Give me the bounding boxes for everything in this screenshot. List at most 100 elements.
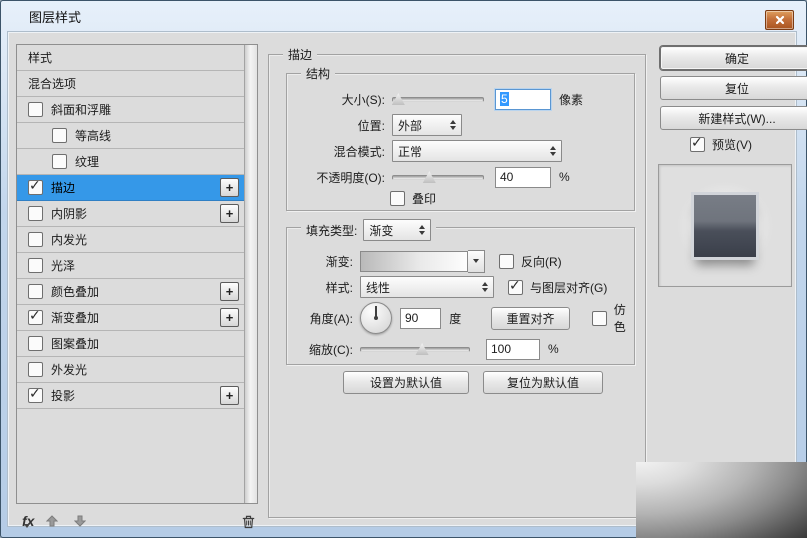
blend-mode-label: 混合模式: [333, 144, 385, 159]
opacity-row: 不透明度(O): 40 % [297, 166, 626, 188]
checkbox-icon[interactable] [52, 128, 67, 143]
sidebar-item[interactable]: 内发光 [17, 227, 257, 253]
titlebar[interactable]: 图层样式 [1, 1, 806, 31]
stepper-icon [482, 282, 488, 292]
dialog-body: 样式 混合选项 斜面和浮雕 等高线 纹理 ✓ 描边 + 内阴影 + 内发光 光泽 颜色叠加 + ✓ 渐变叠加 +… [7, 31, 807, 529]
sidebar-item[interactable]: ✓ 描边 + [17, 175, 257, 201]
move-down-button[interactable] [74, 515, 87, 527]
new-style-button[interactable]: 新建样式(W)... [660, 106, 807, 130]
fill-type-legend: 填充类型: 渐变 [301, 219, 437, 241]
sidebar-item[interactable]: 内阴影 + [17, 201, 257, 227]
reset-default-button[interactable]: 复位为默认值 [483, 370, 603, 394]
stepper-icon [550, 146, 556, 156]
ok-label: 确定 [724, 51, 749, 66]
checkbox-icon[interactable] [28, 206, 43, 221]
blend-mode-dropdown[interactable]: 正常 [392, 140, 562, 162]
add-effect-button[interactable]: fx [22, 513, 34, 529]
sidebar-item[interactable]: 混合选项 [17, 71, 257, 97]
stroke-panel-title: 描边 [288, 48, 313, 62]
check-icon: ✓ [29, 307, 41, 323]
opacity-slider[interactable] [392, 169, 484, 185]
blend-mode-row: 混合模式: 正常 [297, 140, 626, 162]
reset-button[interactable]: 复位 [660, 76, 807, 100]
blend-mode-value: 正常 [398, 144, 423, 159]
preview-checkbox[interactable]: ✓ 预览(V) [690, 134, 752, 153]
checkbox-icon[interactable] [28, 336, 43, 351]
ok-button[interactable]: 确定 [660, 46, 807, 70]
reverse-checkbox[interactable]: 反向(R) [499, 253, 562, 270]
checkbox-icon[interactable] [28, 102, 43, 117]
angle-input[interactable]: 90 [400, 307, 442, 329]
angle-unit: 度 [449, 311, 462, 326]
check-icon: ✓ [29, 177, 41, 193]
align-layer-checkbox[interactable]: ✓ 与图层对齐(G) [508, 277, 607, 296]
sidebar-item[interactable]: ✓ 投影 + [17, 383, 257, 409]
sidebar-item[interactable]: ✓ 渐变叠加 + [17, 305, 257, 331]
sidebar-item[interactable]: 等高线 [17, 123, 257, 149]
checkbox-icon [390, 190, 405, 206]
size-slider-track[interactable] [392, 97, 484, 102]
close-button[interactable] [765, 10, 794, 30]
duplicate-effect-button[interactable]: + [220, 308, 239, 327]
scale-slider[interactable] [360, 341, 470, 357]
gradient-picker-button[interactable] [468, 249, 485, 273]
scale-slider-track[interactable] [360, 347, 470, 352]
sidebar-item-label: 外发光 [51, 363, 88, 377]
new-style-label: 新建样式(W)... [698, 111, 776, 126]
style-value: 线性 [366, 280, 391, 295]
checkbox-icon[interactable] [28, 362, 43, 377]
dither-checkbox[interactable]: 仿色 [591, 301, 626, 335]
structure-legend: 结构 [301, 65, 336, 82]
list-scrollbar[interactable] [244, 45, 257, 503]
delete-effect-button[interactable] [241, 514, 256, 529]
gradient-label: 渐变: [325, 254, 353, 269]
opacity-slider-track[interactable] [392, 175, 484, 180]
reset-align-button[interactable]: 重置对齐 [491, 306, 570, 330]
opacity-input[interactable]: 40 [495, 166, 551, 188]
chevron-down-icon [473, 259, 479, 263]
checkbox-icon[interactable] [52, 154, 67, 169]
move-up-button[interactable] [46, 515, 59, 527]
sidebar-item[interactable]: 颜色叠加 + [17, 279, 257, 305]
list-footer-toolbar: fx [16, 510, 268, 532]
reset-label: 复位 [724, 81, 749, 96]
sidebar-item[interactable]: 光泽 [17, 253, 257, 279]
sidebar-item[interactable]: 外发光 [17, 357, 257, 383]
screen: 图层样式 样式 混合选项 斜面和浮雕 等高线 纹理 ✓ 描边 + 内阴影 + 内发光 光泽 颜色叠加 + ✓… [0, 0, 807, 538]
fill-type-dropdown[interactable]: 渐变 [363, 219, 432, 241]
checkbox-checked-icon[interactable]: ✓ [28, 177, 43, 195]
overprint-checkbox[interactable]: 叠印 [390, 190, 436, 207]
style-dropdown[interactable]: 线性 [360, 276, 494, 298]
fill-type-value: 渐变 [369, 223, 394, 238]
make-default-button[interactable]: 设置为默认值 [343, 370, 469, 394]
checkbox-icon[interactable] [28, 232, 43, 247]
check-icon: ✓ [29, 385, 41, 401]
duplicate-effect-button[interactable]: + [220, 178, 239, 197]
duplicate-effect-button[interactable]: + [220, 204, 239, 223]
duplicate-effect-button[interactable]: + [220, 386, 239, 405]
gradient-swatch[interactable] [360, 250, 468, 272]
checkbox-icon [499, 253, 514, 269]
sidebar-item-label: 混合选项 [28, 77, 77, 91]
sidebar-item[interactable]: 样式 [17, 45, 257, 71]
sidebar-item[interactable]: 纹理 [17, 149, 257, 175]
arrow-up-icon [46, 515, 59, 527]
scale-input[interactable]: 100 [486, 338, 540, 360]
sidebar-item-label: 投影 [51, 389, 76, 403]
opacity-unit: % [559, 170, 570, 184]
duplicate-effect-button[interactable]: + [220, 282, 239, 301]
structure-title: 结构 [306, 67, 331, 81]
sidebar-item[interactable]: 图案叠加 [17, 331, 257, 357]
structure-group: 结构 大小(S): 5 像素 位置: 外部 混合模式: 正常 不透明度(O): … [286, 65, 635, 211]
checkbox-icon[interactable] [28, 284, 43, 299]
checkbox-checked-icon[interactable]: ✓ [28, 307, 43, 325]
checkbox-checked-icon[interactable]: ✓ [28, 385, 43, 403]
sidebar-item[interactable]: 斜面和浮雕 [17, 97, 257, 123]
size-input[interactable]: 5 [495, 88, 551, 110]
angle-dial[interactable] [360, 302, 392, 334]
preview-thumbnail [691, 191, 759, 260]
size-slider[interactable] [391, 91, 484, 107]
position-dropdown[interactable]: 外部 [392, 114, 462, 136]
checkbox-icon[interactable] [28, 258, 43, 273]
overprint-row: 叠印 [390, 187, 626, 209]
